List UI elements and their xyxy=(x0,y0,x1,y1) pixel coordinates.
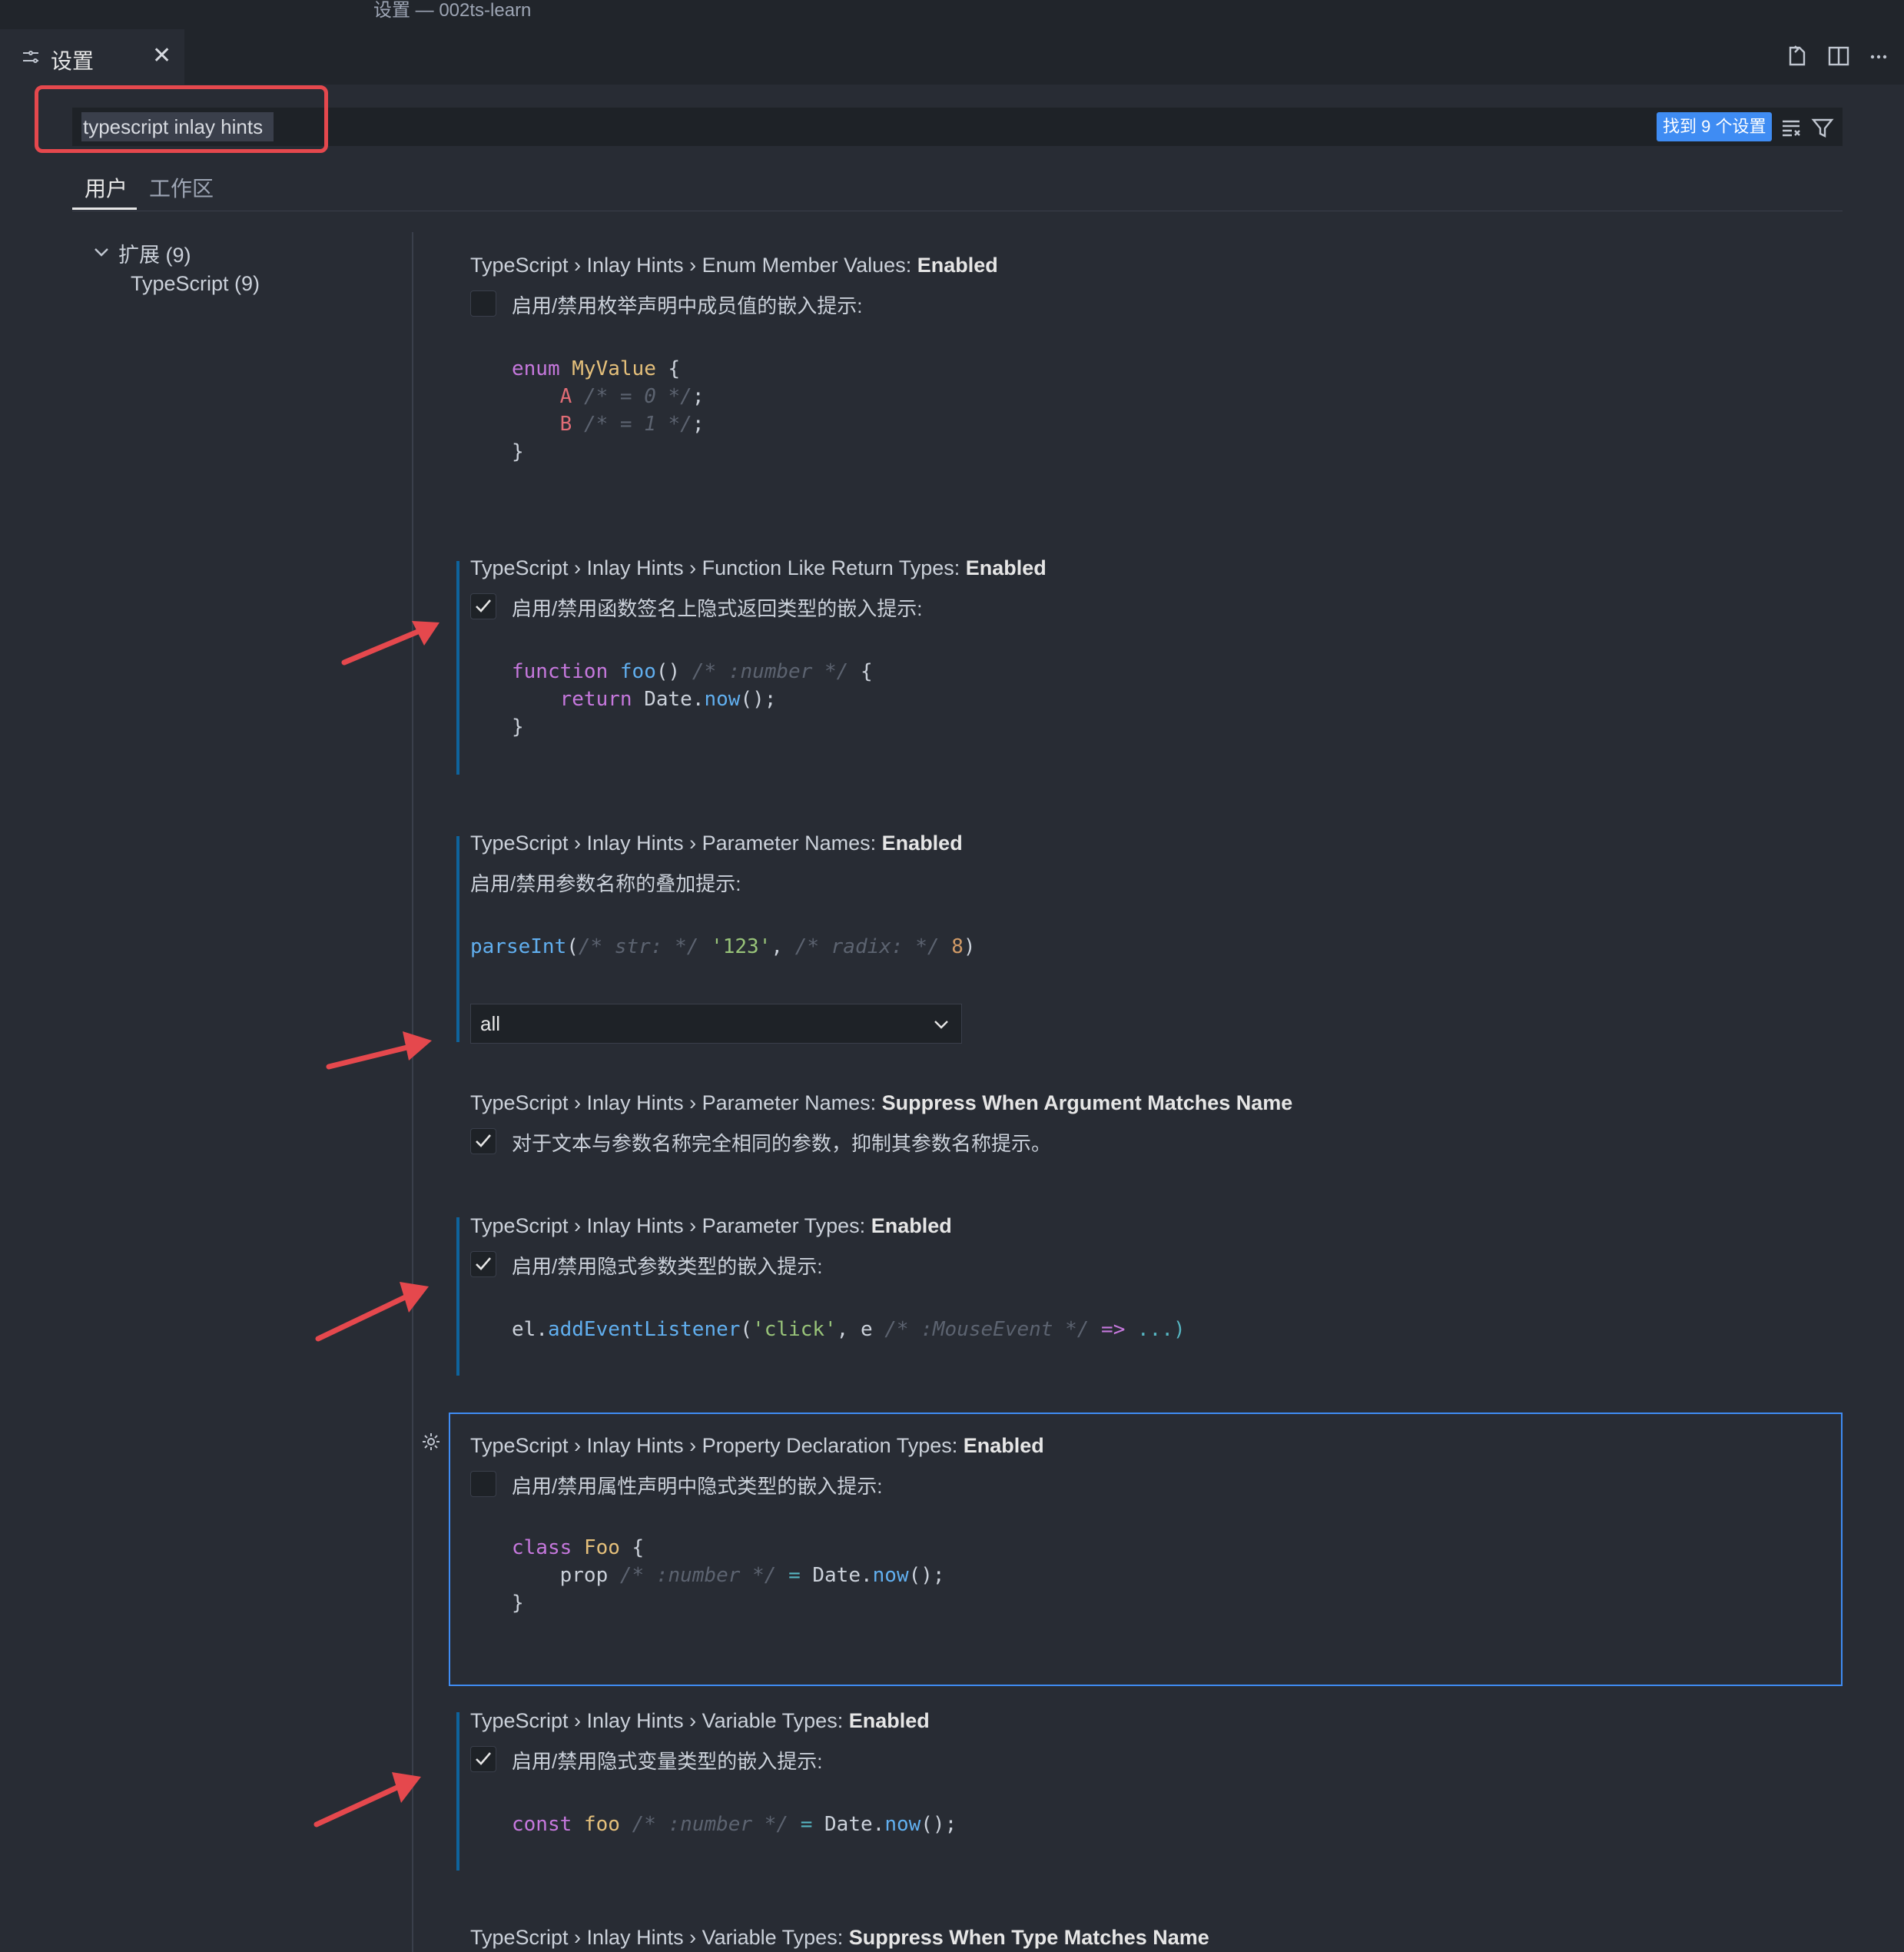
tab-label: 设置 xyxy=(51,49,95,73)
open-json-icon[interactable] xyxy=(1784,43,1810,69)
annotation-arrow xyxy=(313,1772,421,1828)
title-bar: 设置 — 002ts-learn xyxy=(0,0,1904,29)
settings-search-box[interactable] xyxy=(72,108,1843,146)
check-icon xyxy=(476,1257,491,1270)
close-icon[interactable]: ✕ xyxy=(152,43,171,69)
setting-description: 启用/禁用枚举声明中成员值的嵌入提示: xyxy=(512,294,863,317)
more-actions-icon[interactable] xyxy=(1866,43,1892,69)
select-value: all xyxy=(480,1012,501,1035)
setting-description: 启用/禁用隐式变量类型的嵌入提示: xyxy=(512,1750,823,1773)
clear-filter-icon[interactable] xyxy=(1780,115,1804,140)
setting-title: TypeScript › Inlay Hints › Parameter Nam… xyxy=(470,832,963,855)
setting-title: TypeScript › Inlay Hints › Parameter Typ… xyxy=(470,1214,952,1237)
code-example: el.addEventListener('click', e /* :Mouse… xyxy=(512,1318,1186,1341)
chevron-down-icon xyxy=(934,1021,948,1029)
tab-bar: 设置 ✕ xyxy=(0,29,1904,85)
gear-icon[interactable] xyxy=(420,1431,442,1452)
scope-tab-workspace[interactable]: 工作区 xyxy=(149,172,214,203)
code-example: const foo /* :number */ = Date.now(); xyxy=(512,1813,957,1836)
setting-description: 启用/禁用属性声明中隐式类型的嵌入提示: xyxy=(512,1475,883,1498)
setting-checkbox[interactable] xyxy=(470,1746,496,1772)
check-icon xyxy=(476,599,491,612)
setting-title: TypeScript › Inlay Hints › Enum Member V… xyxy=(470,254,998,277)
code-example: enum MyValue { A /* = 0 */; B /* = 1 */;… xyxy=(512,357,705,463)
settings-sliders-icon xyxy=(23,51,38,63)
annotation-arrow xyxy=(341,621,440,666)
tree-divider xyxy=(412,232,413,1952)
modified-indicator xyxy=(456,836,459,1042)
code-example: class Foo { prop /* :number */ = Date.no… xyxy=(512,1536,945,1615)
parameter-names-select[interactable]: all xyxy=(470,1004,962,1044)
setting-checkbox[interactable] xyxy=(470,1471,496,1497)
setting-description: 启用/禁用隐式参数类型的嵌入提示: xyxy=(512,1255,823,1278)
modified-indicator xyxy=(456,1712,459,1871)
check-icon xyxy=(476,1752,491,1765)
setting-description: 对于文本与参数名称完全相同的参数，抑制其参数名称提示。 xyxy=(512,1132,1052,1155)
setting-description: 启用/禁用参数名称的叠加提示: xyxy=(470,872,741,895)
setting-checkbox[interactable] xyxy=(470,290,496,317)
filter-icon[interactable] xyxy=(1810,115,1835,140)
tree-item-extensions[interactable]: 扩展 (9) xyxy=(118,238,191,268)
code-example: function foo() /* :number */ { return Da… xyxy=(512,660,873,739)
split-editor-icon[interactable] xyxy=(1826,43,1852,69)
annotation-arrow xyxy=(326,1031,432,1070)
setting-title: TypeScript › Inlay Hints › Function Like… xyxy=(470,556,1047,579)
setting-title: TypeScript › Inlay Hints › Property Decl… xyxy=(470,1434,1044,1457)
scope-tab-user[interactable]: 用户 xyxy=(85,172,128,203)
modified-indicator xyxy=(456,561,459,775)
setting-title: TypeScript › Inlay Hints › Variable Type… xyxy=(470,1926,1209,1949)
code-example: parseInt(/* str: */ '123', /* radix: */ … xyxy=(470,935,976,958)
setting-title: TypeScript › Inlay Hints › Variable Type… xyxy=(470,1709,930,1732)
tree-item-typescript[interactable]: TypeScript (9) xyxy=(131,272,260,296)
window-title: 设置 — 002ts-learn xyxy=(373,0,532,21)
active-tab-indicator xyxy=(72,207,137,210)
check-icon xyxy=(476,1134,491,1147)
modified-indicator xyxy=(456,1217,459,1376)
result-count-badge: 找到 9 个设置 xyxy=(1657,112,1773,141)
setting-checkbox[interactable] xyxy=(470,593,496,619)
setting-description: 启用/禁用函数签名上隐式返回类型的嵌入提示: xyxy=(512,597,923,620)
setting-checkbox[interactable] xyxy=(470,1128,496,1154)
annotation-arrow xyxy=(315,1282,429,1342)
search-annotation-box xyxy=(35,85,328,153)
tab-settings[interactable]: 设置 ✕ xyxy=(0,29,184,85)
chevron-down-icon[interactable] xyxy=(92,243,111,261)
setting-checkbox[interactable] xyxy=(470,1251,496,1277)
setting-title: TypeScript › Inlay Hints › Parameter Nam… xyxy=(470,1091,1293,1114)
